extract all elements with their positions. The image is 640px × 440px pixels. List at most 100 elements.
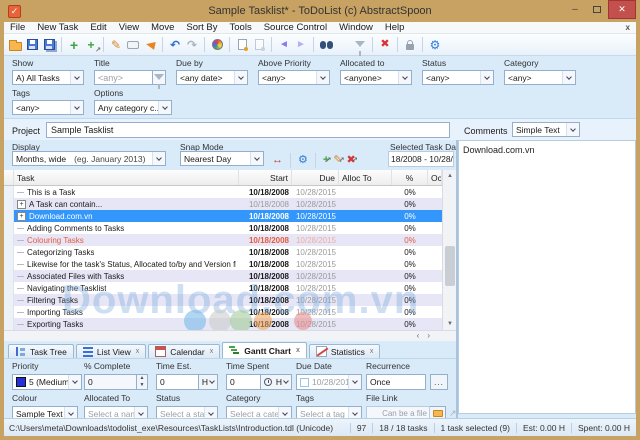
filter-select-show[interactable]: A) All Tasks [12,70,84,85]
project-input[interactable]: Sample Tasklist [46,122,450,138]
task-row[interactable]: +Download.com.vn10/18/200810/28/20150% [4,210,442,222]
filter-select-due-by[interactable]: <any date> [176,70,248,85]
maximize-button[interactable] [586,0,608,19]
menu-item-sort-by[interactable]: Sort By [180,22,223,33]
undo-icon[interactable]: ↶ [167,36,183,53]
column-header-start[interactable]: Start [239,170,292,185]
spin-down-icon[interactable]: ▼ [137,382,147,389]
spin-up-icon[interactable]: ▲ [137,375,147,382]
menu-item-view[interactable]: View [113,22,145,33]
task-row[interactable]: Filtering Tasks10/18/200810/28/20150% [4,294,442,306]
delete-task-icon[interactable]: ✖ [377,36,393,53]
menu-item-move[interactable]: Move [145,22,180,33]
comments-format-select[interactable]: Simple Text [512,122,580,137]
save-file-icon[interactable] [24,36,40,53]
task-row[interactable]: Categorizing Tasks10/18/200810/28/20150% [4,246,442,258]
scroll-up-icon[interactable]: ▲ [443,170,457,182]
task-row[interactable]: Colouring Tasks10/18/200810/28/20150% [4,234,442,246]
redo-icon[interactable]: ↷ [184,36,200,53]
task-row[interactable]: Associated Files with Tasks10/18/200810/… [4,270,442,282]
recurrence-browse-button[interactable]: ... [430,374,448,390]
priority-select[interactable]: 5 (Medium) [12,374,82,390]
column-header-oct[interactable]: Oct [428,170,442,185]
minimize-button[interactable]: – [564,0,586,19]
pct-complete-input[interactable]: 0 [84,374,137,390]
quickfind[interactable] [335,36,351,53]
open-file-icon[interactable] [7,36,23,53]
reminder-clear-icon[interactable] [251,36,267,53]
title-filter-value[interactable]: <any> [94,70,152,85]
filter-select-tags[interactable]: <any> [12,100,84,115]
title-filter-input[interactable]: <any> [94,70,166,85]
time-spent-input[interactable]: 0 H [226,374,292,390]
column-header--[interactable]: % [392,170,428,185]
reminder-set-icon[interactable] [234,36,250,53]
filter-select-options[interactable]: Any category c... [94,100,172,115]
find-tasks-icon[interactable] [318,36,334,53]
task-row[interactable]: +A Task can contain...10/18/200810/28/20… [4,198,442,210]
task-grid-vscrollbar[interactable]: ▲ ▼ [442,170,456,330]
tab-statistics[interactable]: Statisticsx [309,344,381,358]
time-est-input[interactable]: 0 H [156,374,218,390]
tab-close-icon[interactable]: x [136,348,140,355]
tab-close-icon[interactable]: x [370,348,374,355]
title-filter-options-button[interactable] [152,70,166,85]
menu-item-tools[interactable]: Tools [224,22,258,33]
filter-select-category[interactable]: <any> [504,70,576,85]
scroll-left-icon[interactable]: ‹ [417,331,420,341]
expand-icon[interactable]: + [17,212,26,221]
menu-close-icon[interactable]: x [626,23,630,32]
lock-icon[interactable] [402,36,418,53]
edit-task-icon[interactable]: ✎ [108,36,124,53]
vscroll-thumb[interactable] [445,246,455,286]
recurrence-input[interactable]: Once [366,374,426,390]
tab-calendar[interactable]: Calendarx [148,344,220,358]
task-row[interactable]: Navigating the Tasklist10/18/200810/28/2… [4,282,442,294]
filter-select-status[interactable]: <any> [422,70,494,85]
due-date-picker[interactable]: 10/28/2015 [296,374,362,390]
task-row[interactable]: Adding Comments to Tasks10/18/200810/28/… [4,222,442,234]
time-est-unit-button[interactable]: H [198,375,217,389]
column-header-alloc-to[interactable]: Alloc To [339,170,392,185]
gantt-delete-task-icon[interactable]: ✖↗ [347,152,356,168]
time-spent-unit-button[interactable]: H [260,375,291,389]
gantt-split-bar-icon[interactable]: ↔ [272,152,283,168]
task-row[interactable]: Exporting Tasks10/18/200810/28/20150% [4,318,442,330]
expand-icon[interactable]: + [17,200,26,209]
spellcheck-icon[interactable] [142,36,158,53]
color-wheel-icon[interactable] [209,36,225,53]
filter-select-above-priority[interactable]: <any> [258,70,330,85]
column-header-task[interactable]: Task [14,170,239,185]
close-button[interactable]: ✕ [608,0,636,19]
menu-item-window[interactable]: Window [333,22,379,33]
new-subtask-icon[interactable]: +↗ [83,36,99,53]
tab-task-tree[interactable]: Task Tree [8,344,74,358]
gantt-edit-task-icon[interactable]: ✎↗ [333,152,342,168]
comments-textarea[interactable]: Download.com.vn [458,140,636,414]
prev-task-icon[interactable]: ◄ [276,36,292,53]
task-grid-hscrollbar[interactable]: ‹› [4,330,456,341]
display-select[interactable]: Months, wide (eg. January 2013) [12,151,166,166]
filter-select-allocated-to[interactable]: <anyone> [340,70,412,85]
preferences-icon[interactable]: ⚙ [427,36,443,53]
gantt-new-task-icon[interactable]: +↗ [323,152,329,168]
new-task-icon[interactable]: + [66,36,82,53]
menu-item-file[interactable]: File [4,22,31,33]
locate-task-icon[interactable] [352,36,368,53]
gantt-preferences-icon[interactable]: ⚙ [298,152,308,168]
task-row[interactable]: This is a Task10/18/200810/28/20150% [4,186,442,198]
save-all-icon[interactable] [41,36,57,53]
tab-list-view[interactable]: List Viewx [76,344,146,358]
tab-close-icon[interactable]: x [296,347,300,354]
task-notes-icon[interactable] [125,36,141,53]
menu-item-source-control[interactable]: Source Control [258,22,333,33]
column-header-due[interactable]: Due [292,170,339,185]
scroll-down-icon[interactable]: ▼ [443,318,457,330]
menu-item-edit[interactable]: Edit [84,22,112,33]
menu-item-help[interactable]: Help [379,22,411,33]
due-date-checkbox[interactable] [300,378,309,387]
snap-mode-select[interactable]: Nearest Day [180,151,264,166]
task-row[interactable]: Importing Tasks10/18/200810/28/20150% [4,306,442,318]
tab-gantt-chart[interactable]: Gantt Chartx [222,342,307,358]
next-task-icon[interactable]: ► [293,36,309,53]
